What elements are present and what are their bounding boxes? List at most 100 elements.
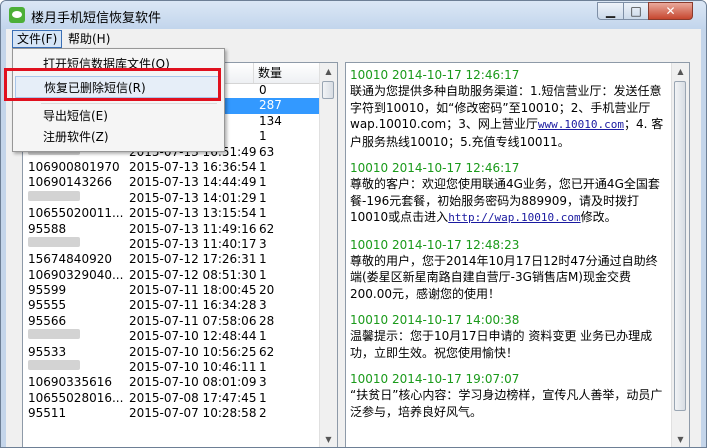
menu-item-export-sms[interactable]: 导出短信(E) — [15, 105, 220, 127]
menu-item-register[interactable]: 注册软件(Z) — [15, 126, 220, 148]
redacted-number — [28, 360, 80, 371]
window-title: 楼月手机短信恢复软件 — [31, 11, 162, 26]
table-row[interactable]: 10690143266 2015-07-13 14:44:49 1 — [23, 175, 320, 190]
scroll-up-icon[interactable]: ▲ — [672, 63, 689, 80]
row-time: 2015-07-13 13:15:54 — [129, 206, 257, 221]
row-count: 1 — [259, 159, 267, 174]
row-time: 2015-07-11 18:00:45 — [129, 283, 257, 298]
app-window: 楼月手机短信恢复软件 ▁ □ ✕ 文件(F) 帮助(H) 数量 0…36287…… — [0, 0, 707, 448]
row-count: 1 — [259, 360, 267, 375]
message-header: 10010 2014-10-17 12:48:23 — [350, 237, 520, 252]
message-item: 10010 2014-10-17 19:07:07 “扶贫日”核心内容：学习身边榜… — [350, 371, 668, 420]
row-number: 10690335616 — [28, 375, 112, 390]
table-row[interactable]: 2015-07-13 11:40:17 3 — [23, 236, 320, 252]
row-time: 2015-07-13 11:49:16 — [129, 221, 257, 236]
row-count: 0 — [259, 83, 267, 97]
row-count: 1 — [259, 252, 267, 267]
message-body: 温馨提示：您于10月17日申请的 资料变更 业务已办理成功，立即生效。祝您使用愉… — [350, 328, 668, 361]
list-scroll-thumb[interactable] — [322, 81, 334, 99]
message-item: 10010 2014-10-17 12:48:23 尊敬的用户，您于2014年10… — [350, 237, 668, 303]
row-number: 15674840920 — [28, 252, 112, 267]
message-detail-panel[interactable]: 10010 2014-10-17 12:46:17 联通为您提供多种自助服务渠道：… — [345, 62, 690, 447]
table-row[interactable]: 95566 2015-07-11 07:58:06 28 — [23, 314, 320, 329]
row-count: 1 — [259, 329, 267, 344]
table-row[interactable]: 10655020011... 2015-07-13 13:15:54 1 — [23, 206, 320, 221]
table-row[interactable]: 2015-07-13 14:01:29 1 — [23, 190, 320, 206]
row-number: 95599 — [28, 283, 67, 298]
table-row[interactable]: 95588 2015-07-13 11:49:16 62 — [23, 222, 320, 237]
row-time: 2015-07-10 12:48:44 — [129, 329, 257, 344]
row-time: 2015-07-10 10:56:25 — [129, 344, 257, 359]
message-header: 10010 2014-10-17 14:00:38 — [350, 313, 520, 327]
close-icon: ✕ — [665, 4, 676, 18]
message-scroll-thumb[interactable] — [674, 81, 686, 411]
table-row[interactable]: 10690329040... 2015-07-12 08:51:30 1 — [23, 268, 320, 283]
row-time: 2015-07-11 07:58:06 — [129, 313, 257, 328]
row-number: 95566 — [28, 313, 67, 328]
row-time: 2015-07-07 10:28:58 — [129, 406, 257, 421]
list-scrollbar[interactable]: ▲ ▼ — [319, 63, 337, 447]
menu-file[interactable]: 文件(F) — [12, 30, 63, 48]
row-count: 1 — [259, 175, 267, 190]
highlight-annotation-box — [4, 68, 221, 101]
minimize-button[interactable]: ▁ — [597, 2, 624, 20]
column-header-count[interactable]: 数量 — [254, 63, 320, 83]
table-row[interactable]: 2015-07-10 12:48:44 1 — [23, 329, 320, 344]
table-row[interactable]: 10690080197​0 2015-07-13 16:36:54 1 — [23, 160, 320, 175]
message-header: 10010 2014-10-17 12:46:17 — [350, 161, 520, 175]
message-item: 10010 2014-10-17 12:46:17 尊敬的客户：欢迎您使用联通4G… — [350, 160, 668, 227]
row-count: 1 — [259, 190, 267, 205]
message-scrollbar[interactable]: ▲ ▼ — [671, 63, 689, 447]
message-header: 10010 2014-10-17 12:46:17 — [350, 68, 520, 82]
message-text: 尊敬的用户，您于2014年10月17日12时47分通过自助终端(娄星区新星南路自… — [350, 253, 658, 301]
row-count: 1 — [259, 267, 267, 282]
message-link[interactable]: http://wap.10010.com — [448, 211, 580, 224]
row-number: 95555 — [28, 298, 67, 313]
message-text: 温馨提示：您于10月17日申请的 资料变更 业务已办理成功，立即生效。祝您使用愉… — [350, 329, 653, 360]
row-count: 63 — [259, 144, 275, 159]
message-body: 尊敬的客户：欢迎您使用联通4G业务，您已开通4G全国套餐-196元套餐，初始服务… — [350, 176, 668, 227]
scroll-down-icon[interactable]: ▼ — [672, 431, 689, 447]
table-row[interactable]: 15674840920 2015-07-12 17:26:31 1 — [23, 252, 320, 267]
row-count: 1 — [259, 129, 267, 144]
row-number: 10690329040... — [28, 267, 124, 282]
menu-separator — [41, 103, 217, 104]
table-row[interactable]: 10690335616 2015-07-10 08:01:09 3 — [23, 375, 320, 390]
row-count: 134 — [259, 113, 282, 128]
close-button[interactable]: ✕ — [648, 2, 693, 20]
table-row[interactable]: 95533 2015-07-10 10:56:25 62 — [23, 345, 320, 360]
app-chat-icon — [9, 7, 25, 23]
row-count: 287 — [259, 98, 282, 113]
maximize-button[interactable]: □ — [623, 2, 649, 20]
row-time: 2015-07-12 17:26:31 — [129, 252, 257, 267]
row-number: 10655028016... — [28, 390, 124, 405]
message-text-tail: 修改。 — [580, 210, 617, 224]
table-row[interactable]: 95599 2015-07-11 18:00:45 20 — [23, 283, 320, 298]
scroll-up-icon[interactable]: ▲ — [320, 63, 337, 80]
row-time: 2015-07-12 08:51:30 — [129, 267, 257, 282]
row-count: 20 — [259, 283, 275, 298]
row-time: 2015-07-13 16:36:54 — [129, 159, 257, 174]
message-header: 10010 2014-10-17 19:07:07 — [350, 372, 520, 386]
row-number: 95588 — [28, 221, 67, 236]
message-link[interactable]: www.10010.com — [538, 118, 624, 131]
row-count: 1 — [259, 206, 267, 221]
table-row[interactable]: 2015-07-10 10:46:11 1 — [23, 360, 320, 375]
row-number: 10690080197​0 — [28, 159, 120, 174]
table-row[interactable]: 95555 2015-07-11 16:34:28 3 — [23, 298, 320, 313]
row-time: 2015-07-10 08:01:09 — [129, 375, 257, 390]
row-time: 2015-07-10 10:46:11 — [129, 360, 257, 375]
row-time: 2015-07-13 14:01:29 — [129, 190, 257, 205]
table-row[interactable]: 10655028016... 2015-07-08 17:47:45 1 — [23, 391, 320, 406]
minimize-icon: ▁ — [605, 4, 616, 18]
scroll-down-icon[interactable]: ▼ — [320, 431, 337, 447]
row-time: 2015-07-11 16:34:28 — [129, 298, 257, 313]
menu-help[interactable]: 帮助(H) — [64, 31, 114, 47]
maximize-icon: □ — [630, 4, 642, 18]
row-count: 3 — [259, 298, 267, 313]
row-count: 2 — [259, 406, 267, 421]
message-text: “扶贫日”核心内容：学习身边榜样，宣传凡人善举，动员广泛参与，培养良好风气。 — [350, 388, 663, 419]
table-row[interactable]: 95511 2015-07-07 10:28:58 2 — [23, 406, 320, 421]
message-body: 联通为您提供多种自助服务渠道：1.短信营业厅：发送任意字符到10010，如“修改… — [350, 83, 668, 150]
row-count: 62 — [259, 221, 275, 236]
